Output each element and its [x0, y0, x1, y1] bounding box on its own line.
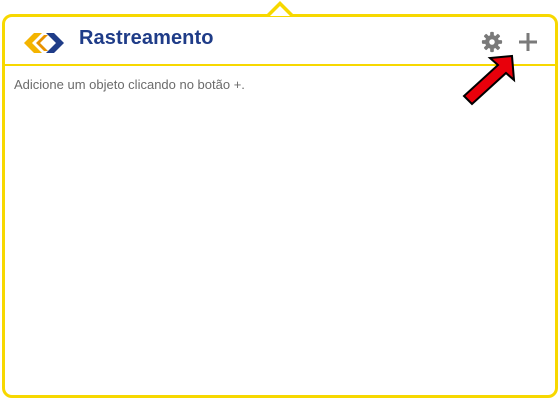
tracking-popover-window: Rastreamento Adicione um objeto clicando…	[0, 0, 560, 400]
empty-state-message: Adicione um objeto clicando no botão +.	[14, 77, 245, 92]
correios-logo-icon	[24, 33, 64, 53]
popover-caret-inner	[270, 6, 290, 16]
plus-icon[interactable]	[517, 31, 539, 53]
gear-icon[interactable]	[481, 31, 503, 53]
popover-header: Rastreamento	[5, 17, 555, 66]
popover-panel: Rastreamento Adicione um objeto clicando…	[2, 14, 558, 398]
page-title: Rastreamento	[79, 27, 214, 49]
